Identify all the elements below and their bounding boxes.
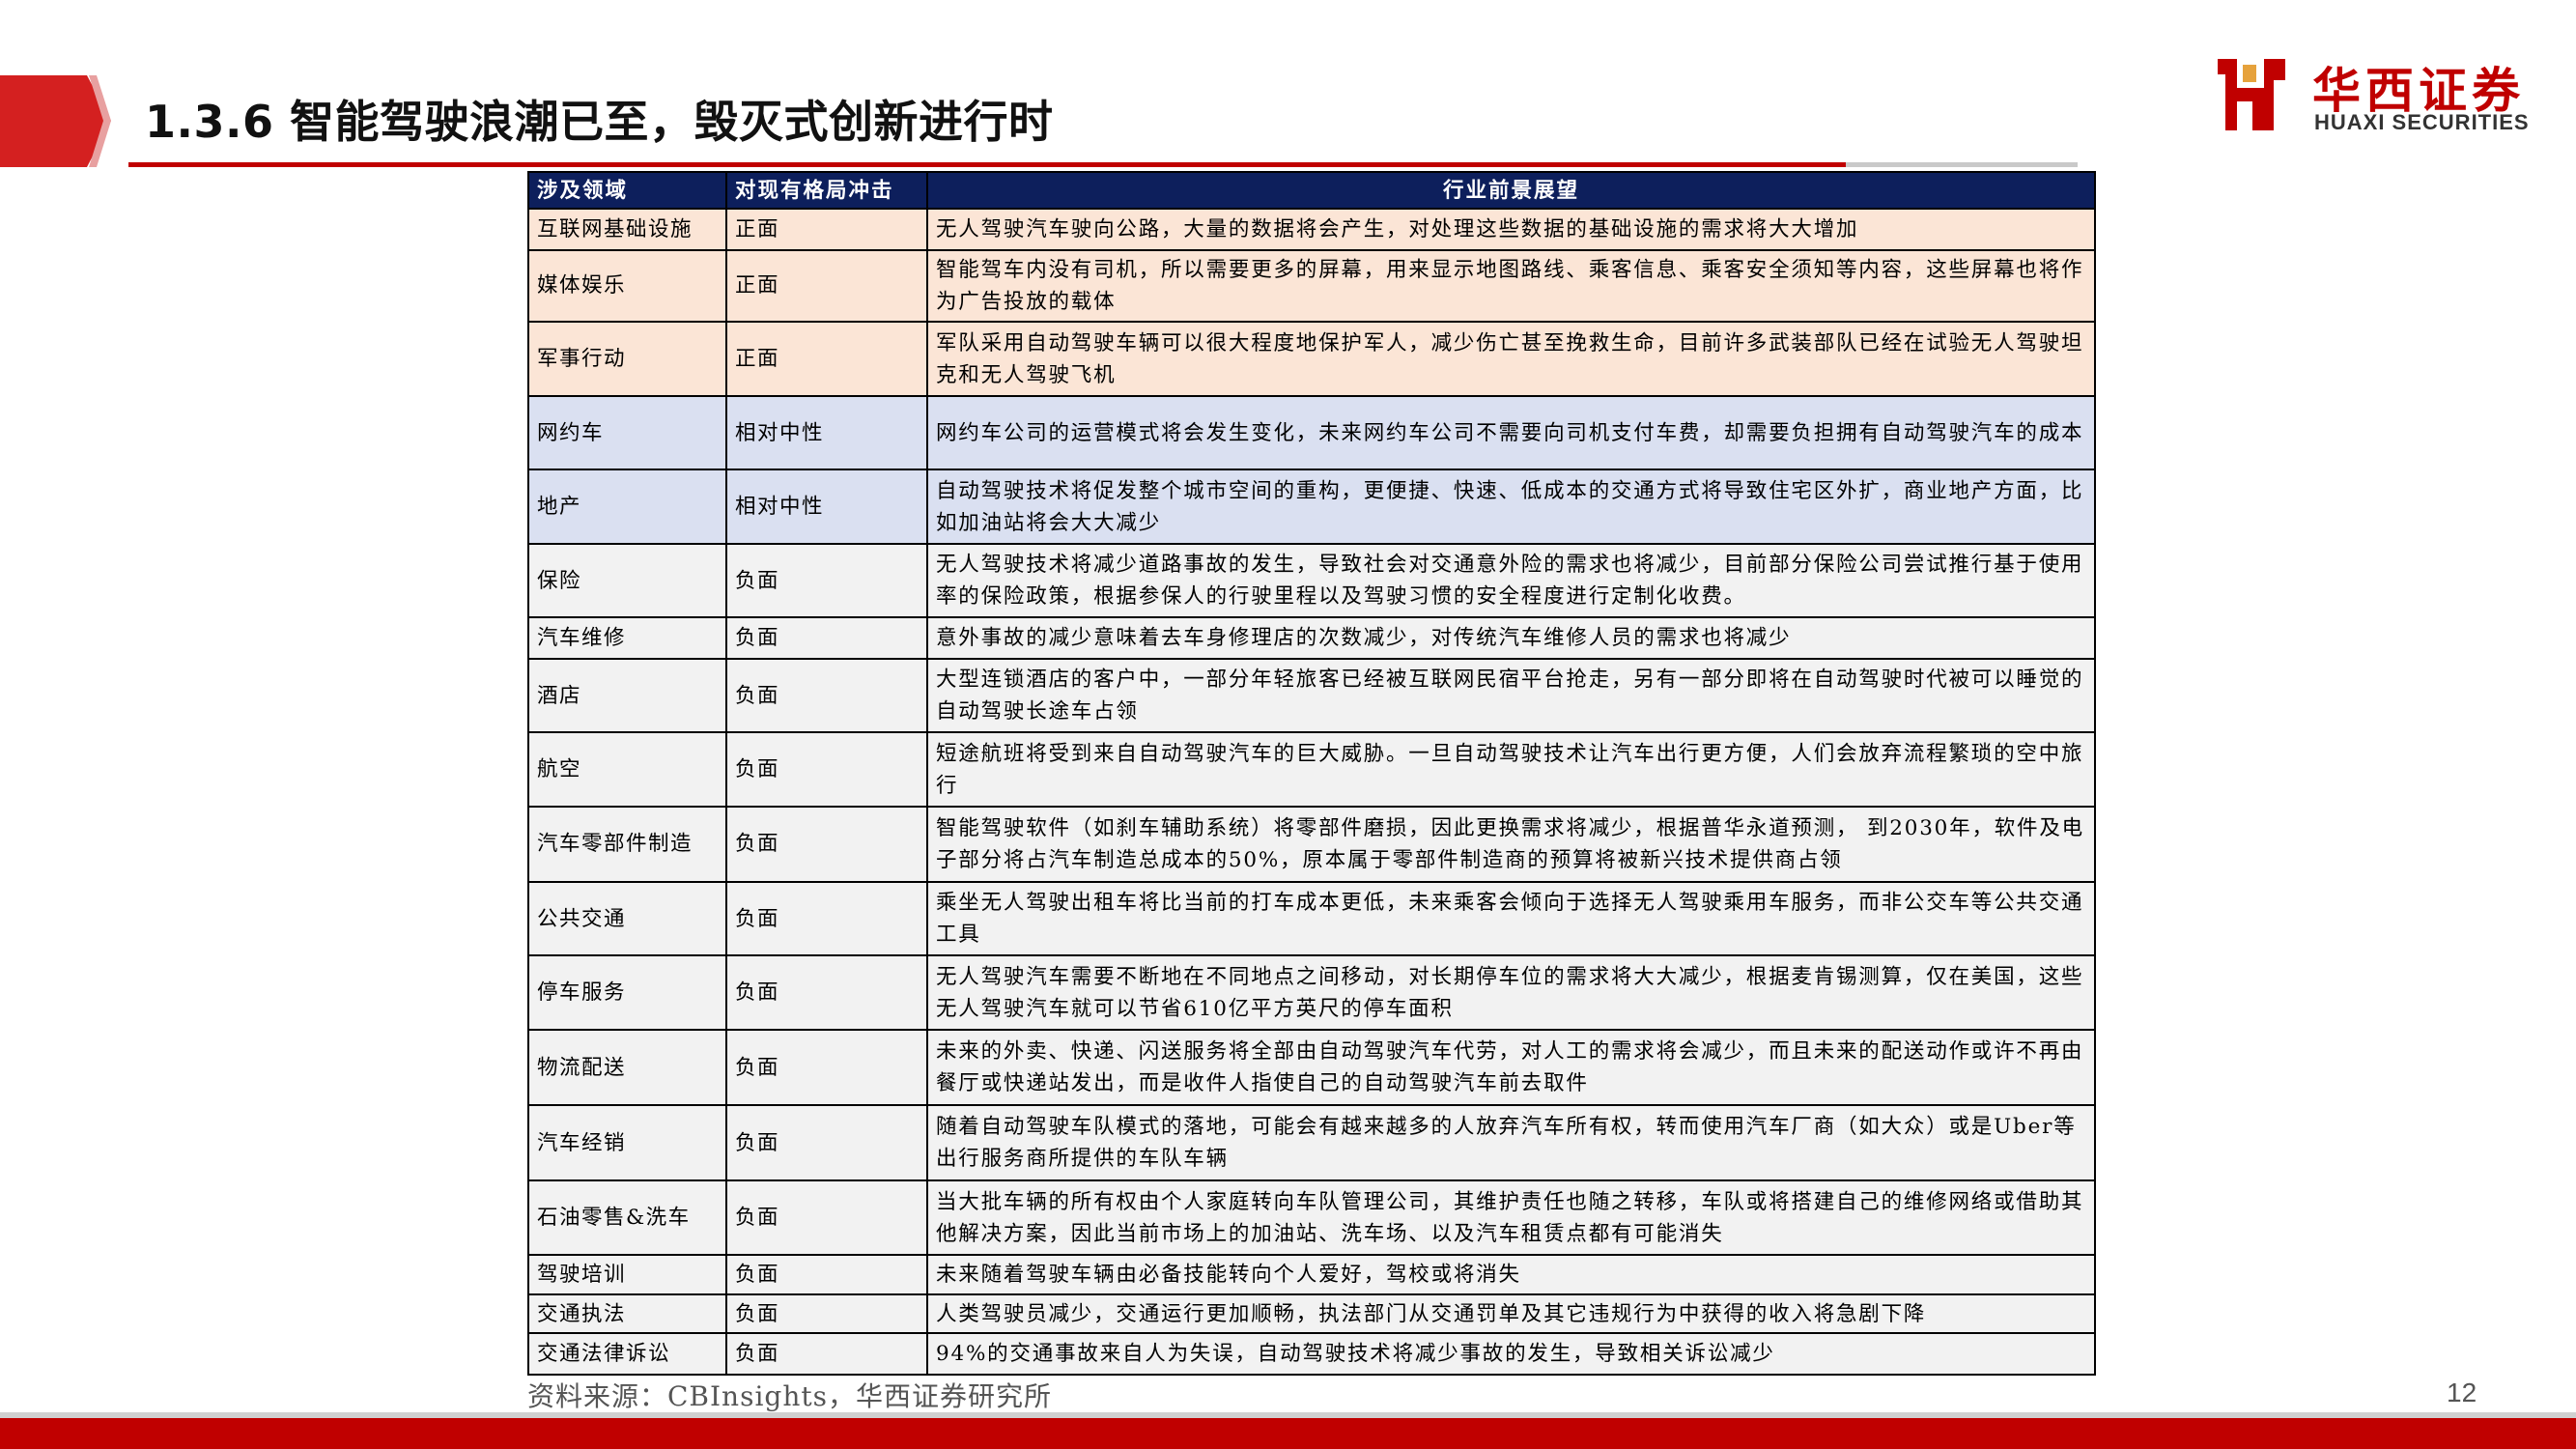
cell-field: 驾驶培训 — [527, 1253, 727, 1295]
cell-field: 酒店 — [527, 657, 727, 734]
cell-impact: 负面 — [725, 954, 928, 1031]
table-row: 地产 相对中性 自动驾驶技术将促发整个城市空间的重构，更便捷、快速、低成本的交通方式… — [527, 469, 2096, 545]
cell-impact: 负面 — [725, 1028, 928, 1107]
cell-impact: 正面 — [725, 321, 928, 397]
cell-impact: 负面 — [725, 880, 928, 957]
cell-outlook: 短途航班将受到来自自动驾驶汽车的巨大威胁。一旦自动驾驶技术让汽车出行更方便，人们… — [926, 731, 2096, 808]
table-header-row: 涉及领域 对现有格局冲击 行业前景展望 — [527, 171, 2096, 210]
cell-impact: 负面 — [725, 616, 928, 660]
table-row: 航空 负面 短途航班将受到来自自动驾驶汽车的巨大威胁。一旦自动驾驶技术让汽车出行更方… — [527, 731, 2096, 808]
table-row: 石油零售&洗车 负面 当大批车辆的所有权由个人家庭转向车队管理公司，其维护责任也随之… — [527, 1179, 2096, 1256]
cell-outlook: 军队采用自动驾驶车辆可以很大程度地保护军人，减少伤亡甚至挽救生命，目前许多武装部… — [926, 321, 2096, 397]
cell-impact: 相对中性 — [725, 394, 928, 471]
logo-name-en: HUAXI SECURITIES — [2314, 110, 2530, 134]
huaxi-logo-icon — [2218, 59, 2285, 130]
table-row: 汽车零部件制造 负面 智能驾驶软件（如刹车辅助系统）将零部件磨损，因此更换需求将减少… — [527, 805, 2096, 883]
cell-impact: 正面 — [725, 208, 928, 251]
cell-outlook: 94%的交通事故来自人为失误，自动驾驶技术将减少事故的发生，导致相关诉讼减少 — [926, 1332, 2096, 1376]
cell-impact: 负面 — [725, 731, 928, 808]
cell-field: 石油零售&洗车 — [527, 1179, 727, 1256]
cell-field: 媒体娱乐 — [527, 248, 727, 324]
table-row: 公共交通 负面 乘坐无人驾驶出租车将比当前的打车成本更低，未来乘客会倾向于选择无人驾… — [527, 880, 2096, 957]
footer-bar — [0, 1418, 2576, 1449]
cell-outlook: 智能驾车内没有司机，所以需要更多的屏幕，用来显示地图路线、乘客信息、乘客安全须知… — [926, 248, 2096, 324]
table-row: 汽车维修 负面 意外事故的减少意味着去车身修理店的次数减少，对传统汽车维修人员的需求… — [527, 616, 2096, 660]
table-row: 保险 负面 无人驾驶技术将减少道路事故的发生，导致社会对交通意外险的需求也将减少，目… — [527, 542, 2096, 619]
cell-impact: 负面 — [725, 1179, 928, 1256]
cell-outlook: 人类驾驶员减少，交通运行更加顺畅，执法部门从交通罚单及其它违规行为中获得的收入将… — [926, 1293, 2096, 1335]
table-row: 物流配送 负面 未来的外卖、快递、闪送服务将全部由自动驾驶汽车代劳，对人工的需求将会… — [527, 1028, 2096, 1107]
cell-field: 地产 — [527, 469, 727, 545]
column-header-outlook: 行业前景展望 — [926, 171, 2096, 210]
cell-field: 汽车维修 — [527, 616, 727, 660]
source-note: 资料来源：CBInsights，华西证券研究所 — [527, 1380, 1052, 1412]
table-row: 驾驶培训 负面 未来随着驾驶车辆由必备技能转向个人爱好，驾校或将消失 — [527, 1253, 2096, 1295]
table-row: 汽车经销 负面 随着自动驾驶车队模式的落地，可能会有越来越多的人放弃汽车所有权，转而… — [527, 1104, 2096, 1182]
cell-outlook: 网约车公司的运营模式将会发生变化，未来网约车公司不需要向司机支付车费，却需要负担… — [926, 394, 2096, 471]
table-row: 停车服务 负面 无人驾驶汽车需要不断地在不同地点之间移动，对长期停车位的需求将大大减… — [527, 954, 2096, 1031]
cell-field: 汽车经销 — [527, 1104, 727, 1182]
cell-outlook: 未来的外卖、快递、闪送服务将全部由自动驾驶汽车代劳，对人工的需求将会减少，而且未… — [926, 1028, 2096, 1107]
cell-impact: 负面 — [725, 1104, 928, 1182]
table-body: 互联网基础设施 正面 无人驾驶汽车驶向公路，大量的数据将会产生，对处理这些数据的基础… — [527, 208, 2096, 1376]
industry-impact-table: 涉及领域 对现有格局冲击 行业前景展望 互联网基础设施 正面 无人驾驶汽车驶向公路，… — [527, 171, 2096, 1376]
cell-field: 网约车 — [527, 394, 727, 471]
cell-field: 停车服务 — [527, 954, 727, 1031]
cell-outlook: 未来随着驾驶车辆由必备技能转向个人爱好，驾校或将消失 — [926, 1253, 2096, 1295]
table-row: 酒店 负面 大型连锁酒店的客户中，一部分年轻旅客已经被互联网民宿平台抢走，另有一部分… — [527, 657, 2096, 734]
table-row: 交通执法 负面 人类驾驶员减少，交通运行更加顺畅，执法部门从交通罚单及其它违规行为中… — [527, 1293, 2096, 1335]
cell-field: 交通执法 — [527, 1293, 727, 1335]
cell-field: 公共交通 — [527, 880, 727, 957]
cell-field: 交通法律诉讼 — [527, 1332, 727, 1376]
cell-field: 物流配送 — [527, 1028, 727, 1107]
cell-outlook: 智能驾驶软件（如刹车辅助系统）将零部件磨损，因此更换需求将减少，根据普华永道预测… — [926, 805, 2096, 883]
cell-impact: 负面 — [725, 657, 928, 734]
cell-outlook: 无人驾驶汽车驶向公路，大量的数据将会产生，对处理这些数据的基础设施的需求将大大增… — [926, 208, 2096, 251]
cell-outlook: 意外事故的减少意味着去车身修理店的次数减少，对传统汽车维修人员的需求也将减少 — [926, 616, 2096, 660]
cell-outlook: 乘坐无人驾驶出租车将比当前的打车成本更低，未来乘客会倾向于选择无人驾驶乘用车服务… — [926, 880, 2096, 957]
table-row: 军事行动 正面 军队采用自动驾驶车辆可以很大程度地保护军人，减少伤亡甚至挽救生命，目… — [527, 321, 2096, 397]
cell-impact: 负面 — [725, 1293, 928, 1335]
cell-impact: 负面 — [725, 542, 928, 619]
cell-outlook: 自动驾驶技术将促发整个城市空间的重构，更便捷、快速、低成本的交通方式将导致住宅区… — [926, 469, 2096, 545]
cell-outlook: 无人驾驶技术将减少道路事故的发生，导致社会对交通意外险的需求也将减少，目前部分保… — [926, 542, 2096, 619]
huaxi-logo: 华西证券 HUAXI SECURITIES — [2214, 50, 2562, 142]
table-row: 交通法律诉讼 负面 94%的交通事故来自人为失误，自动驾驶技术将减少事故的发生，导致… — [527, 1332, 2096, 1376]
cell-field: 互联网基础设施 — [527, 208, 727, 251]
page-number: 12 — [2447, 1378, 2477, 1407]
cell-field: 汽车零部件制造 — [527, 805, 727, 883]
cell-field: 军事行动 — [527, 321, 727, 397]
cell-field: 航空 — [527, 731, 727, 808]
cell-impact: 相对中性 — [725, 469, 928, 545]
table-row: 互联网基础设施 正面 无人驾驶汽车驶向公路，大量的数据将会产生，对处理这些数据的基础… — [527, 208, 2096, 251]
cell-impact: 负面 — [725, 1332, 928, 1376]
title-arrow-icon — [0, 75, 111, 167]
page-title: 1.3.6 智能驾驶浪潮已至，毁灭式创新进行时 — [145, 96, 1054, 148]
cell-outlook: 无人驾驶汽车需要不断地在不同地点之间移动，对长期停车位的需求将大大减少，根据麦肯… — [926, 954, 2096, 1031]
cell-outlook: 大型连锁酒店的客户中，一部分年轻旅客已经被互联网民宿平台抢走，另有一部分即将在自… — [926, 657, 2096, 734]
title-rule — [128, 162, 1846, 167]
column-header-field: 涉及领域 — [527, 171, 727, 210]
cell-outlook: 当大批车辆的所有权由个人家庭转向车队管理公司，其维护责任也随之转移，车队或将搭建… — [926, 1179, 2096, 1256]
cell-impact: 负面 — [725, 805, 928, 883]
cell-impact: 正面 — [725, 248, 928, 324]
cell-impact: 负面 — [725, 1253, 928, 1295]
title-rule-end — [1846, 162, 2078, 167]
table-row: 网约车 相对中性 网约车公司的运营模式将会发生变化，未来网约车公司不需要向司机支付车… — [527, 394, 2096, 471]
column-header-impact: 对现有格局冲击 — [725, 171, 928, 210]
table-row: 媒体娱乐 正面 智能驾车内没有司机，所以需要更多的屏幕，用来显示地图路线、乘客信息、… — [527, 248, 2096, 324]
cell-field: 保险 — [527, 542, 727, 619]
cell-outlook: 随着自动驾驶车队模式的落地，可能会有越来越多的人放弃汽车所有权，转而使用汽车厂商… — [926, 1104, 2096, 1182]
